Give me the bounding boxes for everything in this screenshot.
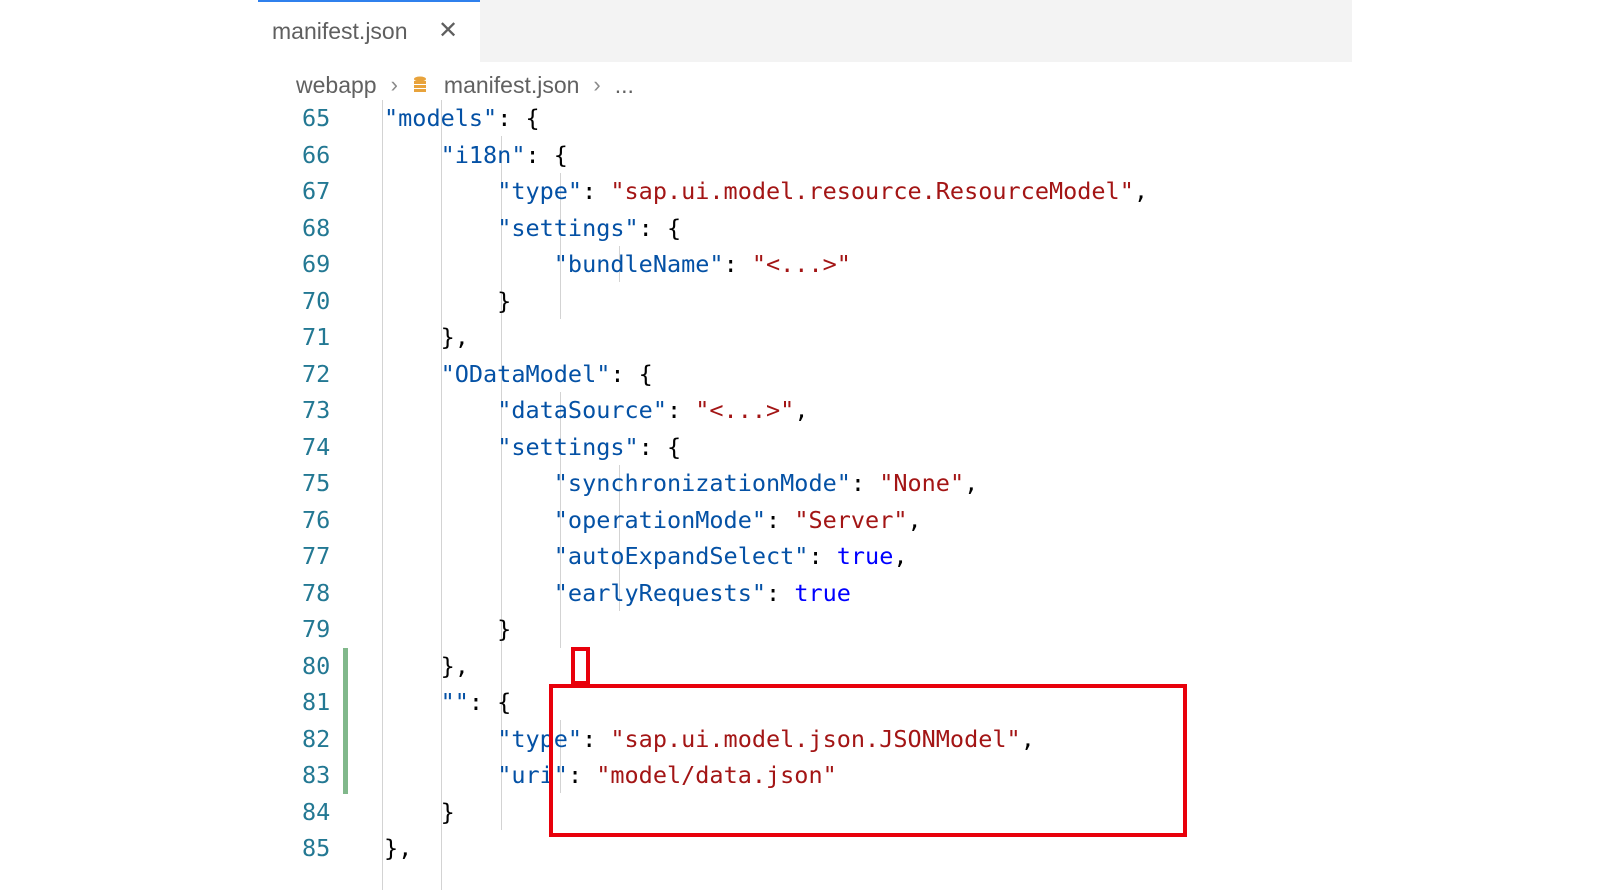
tab-bar: manifest.json ✕ (258, 0, 1352, 62)
code-editor[interactable]: manifest.json ✕ webapp › manifest.json ›… (258, 0, 1352, 890)
code-line[interactable]: 76 "operationMode": "Server", (258, 502, 1352, 539)
breadcrumb-more[interactable]: ... (615, 72, 634, 99)
line-number: 79 (302, 615, 331, 643)
code-line[interactable]: 72 "ODataModel": { (258, 356, 1352, 393)
code-line[interactable]: 82 "type": "sap.ui.model.json.JSONModel"… (258, 720, 1352, 757)
json-file-icon (413, 76, 426, 92)
line-text: "i18n": { (440, 140, 568, 169)
line-number: 74 (302, 432, 331, 461)
code-line[interactable]: 81 "": { (258, 684, 1352, 721)
line-number: 68 (302, 213, 331, 242)
line-text: "ODataModel": { (440, 359, 653, 388)
line-text: "": { (440, 688, 512, 716)
code-line[interactable]: 85}, (258, 830, 1352, 867)
line-number: 69 (302, 250, 331, 278)
line-text: }, (384, 323, 469, 351)
code-line[interactable]: 70 } (258, 283, 1352, 320)
line-number: 85 (302, 834, 331, 862)
line-text: "models": { (384, 104, 540, 132)
line-text: }, (384, 834, 413, 862)
line-text: "settings": { (497, 213, 682, 242)
tab-label: manifest.json (272, 18, 408, 44)
breadcrumb-file[interactable]: manifest.json (444, 72, 580, 99)
line-text: "bundleName": "<...>" (553, 250, 851, 278)
line-number: 76 (302, 505, 331, 534)
close-icon[interactable]: ✕ (438, 18, 458, 44)
line-number: 70 (302, 286, 331, 315)
code-line[interactable]: 65 "models": { (258, 100, 1352, 137)
modified-line-marker (343, 757, 348, 794)
code-line[interactable]: 67 "type": "sap.ui.model.resource.Resour… (258, 173, 1352, 210)
chevron-right-icon: › (390, 72, 398, 97)
line-number: 73 (302, 396, 331, 424)
code-line[interactable]: 73 "dataSource": "<...>", (258, 392, 1352, 429)
breadcrumb: webapp › manifest.json › ... (296, 70, 634, 100)
line-number: 66 (302, 140, 331, 169)
code-line[interactable]: 69 "bundleName": "<...>" (258, 246, 1352, 283)
line-text: }, (384, 651, 469, 680)
code-line[interactable]: 68 "settings": { (258, 210, 1352, 247)
line-text: "synchronizationMode": "None", (553, 469, 979, 497)
code-line[interactable]: 74 "settings": { (258, 429, 1352, 466)
code-line[interactable]: 79 } (258, 611, 1352, 648)
line-number: 84 (302, 797, 331, 826)
modified-line-marker (343, 647, 348, 684)
line-number: 71 (302, 323, 331, 351)
breadcrumb-folder[interactable]: webapp (296, 72, 377, 99)
modified-line-marker (343, 720, 348, 757)
tab-manifest-json[interactable]: manifest.json ✕ (258, 0, 480, 62)
line-number: 78 (302, 578, 331, 607)
code-line[interactable]: 80 }, (258, 647, 1352, 684)
line-text: } (384, 286, 512, 315)
line-text: "type": "sap.ui.model.resource.ResourceM… (497, 177, 1149, 205)
line-text: "earlyRequests": true (553, 578, 851, 607)
line-number: 77 (302, 542, 331, 570)
line-text: "type": "sap.ui.model.json.JSONModel", (497, 724, 1035, 753)
line-text: } (384, 797, 455, 826)
line-text: "uri": "model/data.json" (497, 761, 837, 789)
line-number: 67 (302, 177, 331, 205)
line-text: } (384, 615, 512, 643)
code-line[interactable]: 71 }, (258, 319, 1352, 356)
line-number: 72 (302, 359, 331, 388)
code-line[interactable]: 75 "synchronizationMode": "None", (258, 465, 1352, 502)
line-number: 65 (302, 104, 331, 132)
line-number: 75 (302, 469, 331, 497)
line-text: "dataSource": "<...>", (497, 396, 809, 424)
chevron-right-icon: › (593, 72, 601, 97)
line-text: "settings": { (497, 432, 682, 461)
modified-line-marker (343, 684, 348, 721)
line-text: "autoExpandSelect": true, (553, 542, 908, 570)
code-line[interactable]: 77 "autoExpandSelect": true, (258, 538, 1352, 575)
code-line[interactable]: 66 "i18n": { (258, 137, 1352, 174)
line-text: "operationMode": "Server", (553, 505, 922, 534)
code-line[interactable]: 84 } (258, 794, 1352, 831)
code-line[interactable]: 83 "uri": "model/data.json" (258, 757, 1352, 794)
code-line[interactable]: 78 "earlyRequests": true (258, 575, 1352, 612)
